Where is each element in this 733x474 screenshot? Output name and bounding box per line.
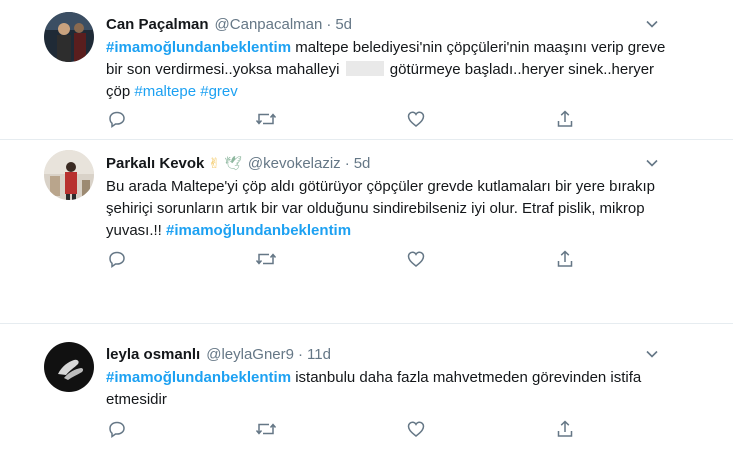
like-icon[interactable]: [405, 108, 427, 130]
hashtag-link[interactable]: #imamoğlundanbeklentim: [106, 39, 291, 56]
separator-dot: ·: [326, 15, 332, 33]
emoji-victory-hand: ✌: [208, 154, 221, 171]
tweet-text: #imamoğlundanbeklentim maltepe belediyes…: [106, 37, 666, 103]
tweet-header: Can Paçalman @Canpacalman · 5d: [106, 14, 663, 34]
hashtag-link[interactable]: #grev: [200, 83, 238, 100]
tweet-header: leyla osmanlı @leylaGner9 · 11d: [106, 344, 663, 364]
reply-icon[interactable]: [106, 248, 128, 270]
separator-dot: ·: [298, 345, 303, 363]
hashtag-link[interactable]: #maltepe: [134, 83, 196, 100]
tweet-actions: [106, 108, 576, 130]
user-handle[interactable]: @kevokelaziz: [248, 155, 341, 172]
reply-icon[interactable]: [106, 418, 128, 440]
timestamp[interactable]: 11d: [307, 346, 331, 363]
timestamp[interactable]: 5d: [354, 155, 371, 172]
tweet-text: #imamoğlundanbeklentim istanbulu daha fa…: [106, 367, 666, 411]
retweet-icon[interactable]: [255, 248, 277, 270]
tweet-header: Parkalı Kevok ✌ 🕊 @kevokelaziz · 5d: [106, 153, 663, 173]
share-icon[interactable]: [554, 108, 576, 130]
user-handle[interactable]: @Canpacalman: [215, 16, 323, 33]
tweet[interactable]: leyla osmanlı @leylaGner9 · 11d #imamoğl…: [0, 330, 733, 474]
tweet-text: Bu arada Maltepe'yi çöp aldı götürüyor ç…: [106, 176, 666, 242]
emoji-dove: 🕊: [224, 154, 242, 171]
like-icon[interactable]: [405, 248, 427, 270]
display-name[interactable]: leyla osmanlı: [106, 346, 200, 363]
avatar[interactable]: [44, 342, 94, 392]
tweet[interactable]: Parkalı Kevok ✌ 🕊 @kevokelaziz · 5d Bu a…: [0, 140, 733, 276]
hashtag-link[interactable]: #imamoğlundanbeklentim: [166, 222, 351, 239]
avatar[interactable]: [44, 150, 94, 200]
chevron-down-icon[interactable]: [645, 347, 659, 361]
retweet-icon[interactable]: [255, 418, 277, 440]
like-icon[interactable]: [405, 418, 427, 440]
separator-dot: ·: [344, 154, 350, 172]
timestamp[interactable]: 5d: [335, 16, 352, 33]
redacted-word: [345, 61, 384, 76]
share-icon[interactable]: [554, 248, 576, 270]
retweet-icon[interactable]: [255, 108, 277, 130]
divider: [0, 323, 733, 324]
reply-icon[interactable]: [106, 108, 128, 130]
tweet-actions: [106, 418, 576, 440]
avatar[interactable]: [44, 12, 94, 62]
chevron-down-icon[interactable]: [645, 17, 659, 31]
share-icon[interactable]: [554, 418, 576, 440]
tweet[interactable]: Can Paçalman @Canpacalman · 5d #imamoğlu…: [0, 0, 733, 140]
hashtag-link[interactable]: #imamoğlundanbeklentim: [106, 369, 291, 386]
chevron-down-icon[interactable]: [645, 156, 659, 170]
display-name[interactable]: Parkalı Kevok: [106, 155, 204, 172]
user-handle[interactable]: @leylaGner9: [206, 346, 294, 363]
display-name[interactable]: Can Paçalman: [106, 16, 209, 33]
tweet-actions: [106, 248, 576, 270]
tweet-feed: Can Paçalman @Canpacalman · 5d #imamoğlu…: [0, 0, 733, 474]
